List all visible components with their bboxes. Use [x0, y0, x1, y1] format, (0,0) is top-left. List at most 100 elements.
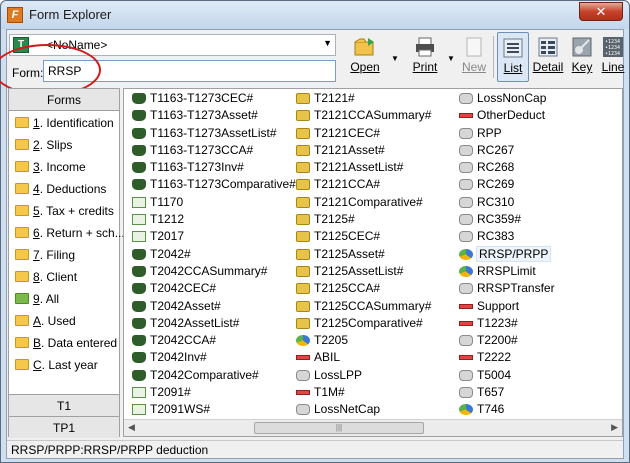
form-label-text: OtherDeduct — [477, 108, 546, 123]
category-item[interactable]: B. Data entered — [9, 332, 119, 354]
form-list-item[interactable]: T2042Comparative# — [130, 367, 296, 384]
form-label-text: LossLPP — [314, 367, 363, 382]
form-list-item[interactable]: RPP — [457, 125, 555, 142]
category-item[interactable]: 8. Client — [9, 266, 119, 288]
folder-icon — [15, 117, 29, 128]
category-label: 4. Deductions — [33, 178, 106, 200]
form-list-item[interactable]: T1163-T1273Inv# — [130, 159, 296, 176]
form-list-item[interactable]: T2091# — [130, 384, 296, 401]
form-search-input[interactable] — [43, 60, 336, 82]
line-view-button[interactable]: •1234 •1234 •1234 Line — [599, 32, 627, 82]
tab-tp1[interactable]: TP1 — [9, 416, 119, 438]
form-list-item[interactable]: T2121CCA# — [294, 176, 431, 193]
form-list-item[interactable]: T2042Asset# — [130, 298, 296, 315]
form-list-item[interactable]: T1163-T1273AssetList# — [130, 125, 296, 142]
form-list-item[interactable]: T2222 — [457, 349, 555, 366]
open-button[interactable]: Open — [347, 32, 383, 82]
forms-header[interactable]: Forms — [9, 89, 119, 111]
form-list-item[interactable]: T2200# — [457, 332, 555, 349]
form-list-item[interactable]: RC310 — [457, 194, 555, 211]
form-list-item[interactable]: T2121CEC# — [294, 125, 431, 142]
form-list-item[interactable]: T2042CCASummary# — [130, 263, 296, 280]
form-list-item[interactable]: T2125CEC# — [294, 228, 431, 245]
form-list-item[interactable]: T1212 — [130, 211, 296, 228]
form-list-item[interactable]: T2205 — [294, 332, 431, 349]
form-list-item[interactable]: T2125CCASummary# — [294, 298, 431, 315]
form-list-item[interactable]: T1163-T1273CEC# — [130, 90, 296, 107]
form-list-item[interactable]: T2042AssetList# — [130, 315, 296, 332]
scroll-right-arrow[interactable]: ▶ — [611, 422, 618, 433]
form-list-item[interactable]: T1223# — [457, 315, 555, 332]
form-list-item[interactable]: T5004 — [457, 367, 555, 384]
form-list-item[interactable]: OtherDeduct — [457, 107, 555, 124]
form-list-item[interactable]: T657 — [457, 384, 555, 401]
form-list-item[interactable]: RC267 — [457, 142, 555, 159]
form-list-item[interactable]: RC269 — [457, 176, 555, 193]
category-item[interactable]: 1. Identification — [9, 112, 119, 134]
form-list-item[interactable]: T2125Comparative# — [294, 315, 431, 332]
form-list-item[interactable]: RC268 — [457, 159, 555, 176]
form-list-item[interactable]: T2042Inv# — [130, 349, 296, 366]
form-list-item[interactable]: T2042CEC# — [130, 280, 296, 297]
category-item[interactable]: 5. Tax + credits — [9, 200, 119, 222]
form-list-item[interactable]: T2042# — [130, 246, 296, 263]
category-item[interactable]: 7. Filing — [9, 244, 119, 266]
form-list-item[interactable]: T1M# — [294, 384, 431, 401]
print-button[interactable]: Print — [407, 32, 443, 82]
category-item[interactable]: 4. Deductions — [9, 178, 119, 200]
key-view-button[interactable]: Key — [567, 32, 597, 82]
form-list-item[interactable]: T2091WS# — [130, 401, 296, 418]
form-list-item[interactable]: RRSPTransfer — [457, 280, 555, 297]
form-list-item[interactable]: T2121CCASummary# — [294, 107, 431, 124]
drum-icon — [459, 283, 473, 295]
scrollbar-thumb[interactable]: ||| — [254, 422, 424, 434]
form-label-text: LossNetCap — [314, 402, 381, 417]
category-item[interactable]: 3. Income — [9, 156, 119, 178]
form-list-item[interactable]: T2125# — [294, 211, 431, 228]
form-list-item[interactable]: T1163-T1273CCA# — [130, 142, 296, 159]
form-list-item[interactable]: T1163-T1273Asset# — [130, 107, 296, 124]
category-item[interactable]: 9. All — [9, 288, 119, 310]
car-icon — [132, 127, 146, 139]
category-name: . Return + sch... — [39, 226, 125, 240]
form-list-item[interactable]: T2121Comparative# — [294, 194, 431, 211]
form-list-item[interactable]: T2125AssetList# — [294, 263, 431, 280]
category-item[interactable]: A. Used — [9, 310, 119, 332]
form-list-item[interactable]: ABIL — [294, 349, 431, 366]
tab-t1[interactable]: T1 — [9, 394, 119, 416]
form-list-item[interactable]: T1170 — [130, 194, 296, 211]
form-list-item[interactable]: T2125Asset# — [294, 246, 431, 263]
drum-icon — [459, 387, 473, 399]
list-view-button[interactable]: List — [497, 32, 529, 82]
horizontal-scrollbar[interactable]: ◀ ||| ▶ — [124, 419, 622, 436]
detail-view-button[interactable]: Detail — [531, 32, 565, 82]
form-list-item[interactable]: T2125CCA# — [294, 280, 431, 297]
form-label-text: T2042Comparative# — [150, 367, 259, 382]
form-list-item[interactable]: RC383 — [457, 228, 555, 245]
form-list-item[interactable]: LossLPP — [294, 367, 431, 384]
chevron-down-icon[interactable]: ▼ — [323, 38, 332, 48]
form-list-item[interactable]: RRSPLimit — [457, 263, 555, 280]
form-list-item[interactable]: T2017 — [130, 228, 296, 245]
print-dropdown-arrow[interactable]: ▼ — [447, 54, 455, 63]
open-dropdown-arrow[interactable]: ▼ — [391, 54, 399, 63]
new-button[interactable]: New — [459, 32, 489, 82]
form-list-item[interactable]: T2042CCA# — [130, 332, 296, 349]
category-item[interactable]: C. Last year — [9, 354, 119, 376]
form-list-item[interactable]: T1163-T1273Comparative# — [130, 176, 296, 193]
form-list-item[interactable]: T2121Asset# — [294, 142, 431, 159]
close-button[interactable]: ✕ — [579, 2, 623, 21]
form-list-item[interactable]: T2121# — [294, 90, 431, 107]
form-list-item[interactable]: T746 — [457, 401, 555, 418]
form-list-item[interactable]: LossNonCap — [457, 90, 555, 107]
category-item[interactable]: 6. Return + sch... — [9, 222, 125, 244]
client-dropdown[interactable]: T <NoName> ▼ — [9, 34, 336, 56]
form-list-item[interactable]: RC359# — [457, 211, 555, 228]
form-list-item[interactable]: RRSP/PRPP — [457, 245, 555, 263]
form-list-item[interactable]: LossNetCap — [294, 401, 431, 418]
form-list-item[interactable]: T2121AssetList# — [294, 159, 431, 176]
scroll-left-arrow[interactable]: ◀ — [128, 422, 135, 433]
title-bar[interactable]: F Form Explorer ✕ — [1, 1, 629, 29]
category-item[interactable]: 2. Slips — [9, 134, 119, 156]
form-list-item[interactable]: Support — [457, 298, 555, 315]
